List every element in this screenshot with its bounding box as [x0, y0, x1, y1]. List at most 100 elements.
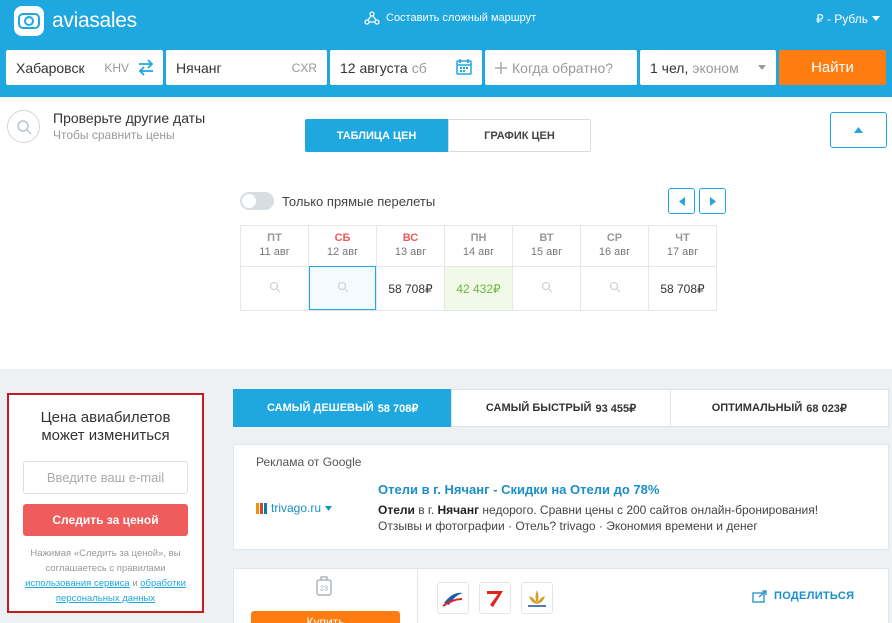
chevron-down-icon	[872, 16, 880, 21]
search-icon	[609, 281, 621, 296]
currency-selector[interactable]: ₽ - Рубль	[816, 12, 880, 26]
email-input[interactable]	[23, 461, 188, 494]
airline-logo-swoosh-icon	[437, 582, 469, 614]
track-price-button[interactable]: Следить за ценой	[23, 504, 188, 536]
next-week-button[interactable]	[699, 188, 726, 214]
ad-title-link[interactable]: Отели в г. Нячанг - Скидки на Отели до 7…	[378, 482, 866, 497]
depart-weekday: сб	[411, 59, 427, 76]
route-icon	[364, 11, 380, 25]
terms-text: Нажимая «Следить за ценой», вы соглашает…	[25, 548, 186, 604]
origin-field[interactable]: Хабаровск KHV	[6, 50, 163, 85]
day-name: СР	[606, 232, 623, 244]
airline-logos	[437, 582, 553, 614]
destination-field[interactable]: Нячанг CXR	[166, 50, 327, 85]
calendar-day: ЧТ 17 авг 58 708₽	[648, 225, 717, 311]
logo-text: aviasales	[52, 9, 137, 32]
day-header: СР 16 авг	[581, 226, 648, 266]
day-header: СБ 12 авг	[309, 226, 376, 266]
chevron-down-icon	[758, 65, 766, 70]
calendar-day: СБ 12 авг	[308, 225, 377, 311]
plus-icon	[495, 61, 507, 74]
share-button[interactable]: ПОДЕЛИТЬСЯ	[752, 589, 854, 603]
swap-icon[interactable]	[137, 59, 155, 76]
calendar-day: ПТ 11 авг	[240, 225, 309, 311]
day-date: 16 авг	[598, 246, 631, 258]
calendar-day: СР 16 авг	[580, 225, 649, 311]
price-alert-card: Цена авиабилетов может измениться Следит…	[7, 393, 204, 613]
day-price-cell[interactable]: 58 708₽	[649, 266, 716, 310]
direct-flights-toggle[interactable]	[240, 192, 274, 210]
chevron-left-icon	[678, 196, 685, 206]
complex-route-link[interactable]: Составить сложный маршрут	[364, 11, 536, 25]
tab-price-table[interactable]: ТАБЛИЦА ЦЕН	[305, 119, 448, 152]
ad-label: Реклама от Google	[256, 455, 362, 469]
day-date: 11 авг	[259, 246, 290, 258]
day-date: 12 авг	[326, 246, 359, 258]
collapse-button[interactable]	[830, 112, 887, 148]
tab-cheapest[interactable]: САМЫЙ ДЕШЕВЫЙ 58 708₽	[233, 389, 453, 427]
chevron-right-icon	[709, 196, 716, 206]
day-price: 58 708₽	[660, 281, 705, 296]
price-calendar: ПТ 11 авг СБ 12 авг ВС 13 авг 58 708₽ ПН 14 авг 4…	[240, 225, 717, 311]
origin-code: KHV	[104, 61, 129, 75]
passengers-field[interactable]: 1 чел, эконом	[640, 50, 776, 85]
logo-camera-icon	[14, 6, 44, 36]
day-name: ВС	[402, 232, 419, 244]
day-header: ВТ 15 авг	[513, 226, 580, 266]
search-icon	[337, 281, 349, 296]
calendar-day: ВС 13 авг 58 708₽	[376, 225, 445, 311]
calendar-day: ПН 14 авг 42 432₽	[444, 225, 513, 311]
day-name: ЧТ	[675, 232, 690, 244]
day-name: ВТ	[539, 232, 554, 244]
tab-price-graph[interactable]: ГРАФИК ЦЕН	[448, 119, 591, 152]
day-price-cell[interactable]	[241, 266, 308, 310]
return-date-field[interactable]: Когда обратно?	[485, 50, 637, 85]
depart-date-value: 12 августа	[340, 59, 408, 76]
day-price-cell[interactable]	[309, 266, 376, 310]
airline-logo-seven-icon	[479, 582, 511, 614]
day-price-cell[interactable]: 42 432₽	[445, 266, 512, 310]
buy-button[interactable]: Купить	[251, 611, 400, 623]
calendar-day: ВТ 15 авг	[512, 225, 581, 311]
tab-optimal[interactable]: ОПТИМАЛЬНЫЙ 68 023₽	[669, 389, 889, 427]
direct-flights-label: Только прямые перелеты	[282, 193, 436, 209]
day-header: ЧТ 17 авг	[649, 226, 716, 266]
tab-fastest[interactable]: САМЫЙ БЫСТРЫЙ 93 455₽	[451, 389, 671, 427]
complex-route-label: Составить сложный маршрут	[386, 12, 537, 24]
currency-label: ₽ - Рубль	[815, 12, 868, 26]
day-price-cell[interactable]	[513, 266, 580, 310]
day-price-cell[interactable]: 58 708₽	[377, 266, 444, 310]
magnifier-icon	[7, 110, 40, 143]
chevron-up-icon	[854, 127, 863, 133]
day-header: ВС 13 авг	[377, 226, 444, 266]
direct-flights-toggle-row: Только прямые перелеты	[240, 192, 435, 210]
ad-source-link[interactable]: trivago.ru	[256, 482, 378, 534]
ticket-card: 23 Купить ПОДЕЛИТЬСЯ	[233, 568, 889, 623]
day-name: ПН	[470, 232, 487, 244]
day-price: 58 708₽	[388, 281, 433, 296]
day-header: ПН 14 авг	[445, 226, 512, 266]
destination-code: CXR	[291, 61, 317, 75]
passengers-count: 1 чел,	[650, 59, 689, 76]
caret-down-icon	[325, 505, 333, 511]
day-date: 13 авг	[394, 246, 427, 258]
destination-value: Нячанг	[176, 59, 222, 76]
calendar-icon	[456, 59, 472, 75]
depart-date-field[interactable]: 12 августа сб	[330, 50, 482, 85]
prev-week-button[interactable]	[668, 188, 695, 214]
day-date: 15 авг	[530, 246, 563, 258]
sort-tabs: САМЫЙ ДЕШЕВЫЙ 58 708₽ САМЫЙ БЫСТРЫЙ 93 4…	[233, 389, 889, 427]
day-price-cell[interactable]	[581, 266, 648, 310]
day-date: 17 авг	[666, 246, 699, 258]
search-icon	[269, 281, 281, 296]
ad-description: Отели в г. Нячанг недорого. Сравни цены …	[378, 503, 819, 533]
day-price: 42 432₽	[456, 281, 501, 296]
share-icon	[752, 590, 767, 603]
terms-of-service-link[interactable]: использования сервиса	[25, 578, 130, 589]
find-button[interactable]: Найти	[779, 50, 886, 85]
baggage-icon: 23	[316, 575, 332, 602]
check-dates-block: Проверьте другие даты Чтобы сравнить цен…	[7, 110, 205, 143]
logo[interactable]: aviasales	[14, 6, 137, 36]
day-name: ПТ	[267, 232, 282, 244]
svg-text:23: 23	[320, 586, 328, 593]
